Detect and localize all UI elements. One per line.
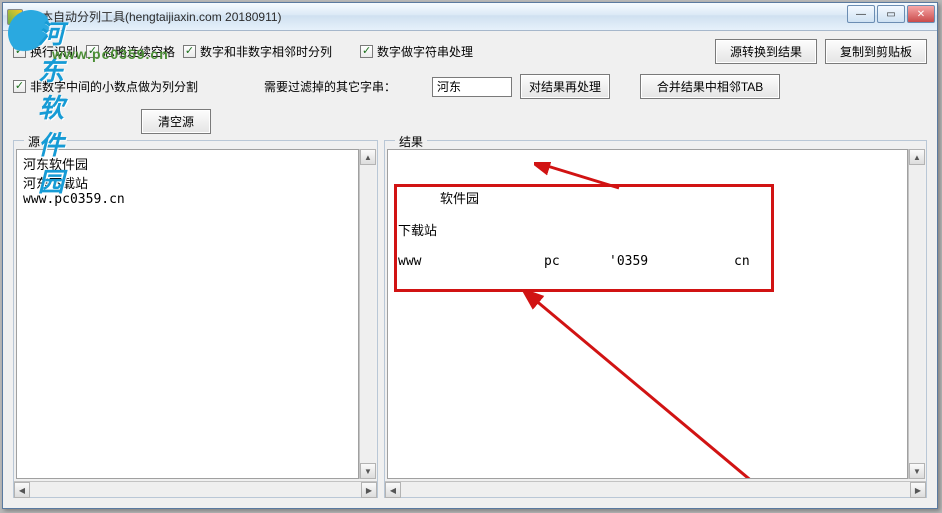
result-panel: 结果 软件园 下载站 www pc '0359 cn (384, 140, 927, 498)
window-title: 文本自动分列工具(hengtaijiaxin.com 20180911) (29, 8, 282, 25)
checkbox-digit-as-string[interactable]: 数字做字符串处理 (360, 43, 473, 60)
source-panel: 源 河东软件园 河东下载站 www.pc0359.cn ▲ ▼ ◀ ▶ (13, 140, 378, 498)
source-legend: 源 (24, 133, 44, 150)
scrollbar-track[interactable] (30, 482, 361, 497)
source-text: 河东软件园 河东下载站 www.pc0359.cn (23, 158, 125, 207)
copy-button[interactable]: 复制到剪贴板 (825, 39, 927, 64)
minimize-icon: — (856, 9, 866, 20)
main-window: 文本自动分列工具(hengtaijiaxin.com 20180911) — ▭… (2, 2, 938, 509)
result-cell: cn (734, 254, 750, 269)
checkbox-decimal-separator[interactable]: 非数字中间的小数点做为列分割 (13, 78, 198, 95)
checkbox-label: 忽略连续空格 (103, 43, 175, 60)
scrollbar-horizontal[interactable]: ◀ ▶ (14, 481, 377, 497)
result-cell: www (398, 254, 421, 269)
checkbox-icon (183, 45, 196, 58)
checkbox-label: 非数字中间的小数点做为列分割 (30, 78, 198, 95)
scroll-up-icon[interactable]: ▲ (909, 149, 925, 165)
annotation-arrow-icon (519, 289, 819, 479)
result-row-2: 下载站 (398, 220, 437, 239)
result-cell: '0359 (609, 254, 648, 269)
scrollbar-track[interactable] (360, 165, 375, 463)
scroll-up-icon[interactable]: ▲ (360, 149, 376, 165)
scroll-down-icon[interactable]: ▼ (909, 463, 925, 479)
titlebar[interactable]: 文本自动分列工具(hengtaijiaxin.com 20180911) — ▭… (3, 3, 937, 31)
result-legend: 结果 (395, 133, 427, 150)
checkbox-split-digit-nondigit[interactable]: 数字和非数字相邻时分列 (183, 43, 332, 60)
scrollbar-vertical[interactable]: ▲ ▼ (359, 149, 375, 479)
checkbox-ignore-spaces[interactable]: 忽略连续空格 (86, 43, 175, 60)
scroll-right-icon[interactable]: ▶ (361, 482, 377, 498)
checkbox-icon (360, 45, 373, 58)
result-textarea[interactable]: 软件园 下载站 www pc '0359 cn (387, 149, 908, 479)
scroll-right-icon[interactable]: ▶ (910, 482, 926, 498)
clear-source-button[interactable]: 清空源 (141, 109, 211, 134)
annotation-arrow-icon (534, 162, 624, 192)
result-row-1: 软件园 (440, 188, 479, 207)
checkbox-newline[interactable]: 换行识别 (13, 43, 78, 60)
filter-input[interactable] (432, 77, 512, 97)
convert-button[interactable]: 源转换到结果 (715, 39, 817, 64)
scroll-down-icon[interactable]: ▼ (360, 463, 376, 479)
reprocess-button[interactable]: 对结果再处理 (520, 74, 610, 99)
source-textarea[interactable]: 河东软件园 河东下载站 www.pc0359.cn (16, 149, 359, 479)
close-button[interactable]: ✕ (907, 5, 935, 23)
scroll-left-icon[interactable]: ◀ (14, 482, 30, 498)
close-icon: ✕ (917, 9, 925, 20)
maximize-button[interactable]: ▭ (877, 5, 905, 23)
filter-label: 需要过滤掉的其它字串： (264, 78, 396, 95)
minimize-button[interactable]: — (847, 5, 875, 23)
merge-tab-button[interactable]: 合并结果中相邻TAB (640, 74, 780, 99)
checkbox-label: 数字和非数字相邻时分列 (200, 43, 332, 60)
checkbox-icon (86, 45, 99, 58)
checkbox-icon (13, 45, 26, 58)
scroll-left-icon[interactable]: ◀ (385, 482, 401, 498)
scrollbar-track[interactable] (909, 165, 924, 463)
scrollbar-vertical[interactable]: ▲ ▼ (908, 149, 924, 479)
checkbox-label: 数字做字符串处理 (377, 43, 473, 60)
result-cell: pc (544, 254, 560, 269)
scrollbar-horizontal[interactable]: ◀ ▶ (385, 481, 926, 497)
scrollbar-track[interactable] (401, 482, 910, 497)
app-icon (7, 9, 23, 25)
checkbox-label: 换行识别 (30, 43, 78, 60)
checkbox-icon (13, 80, 26, 93)
maximize-icon: ▭ (886, 9, 895, 20)
